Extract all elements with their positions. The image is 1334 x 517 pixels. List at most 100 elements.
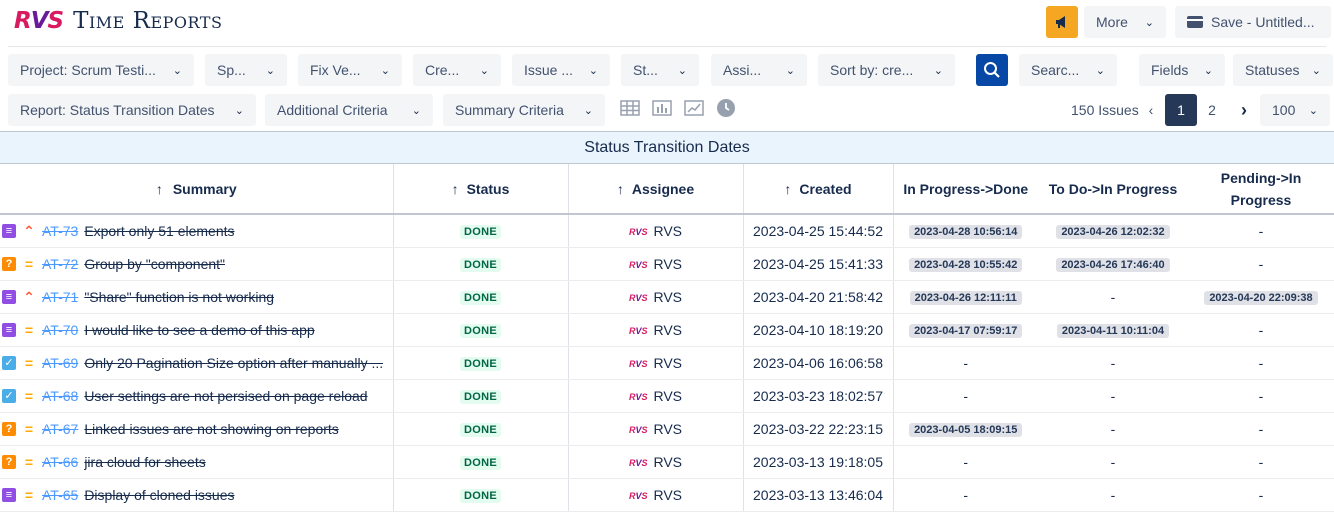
bar-chart-icon[interactable] [650, 96, 674, 120]
column-header-status[interactable]: ↑ Status [393, 164, 569, 215]
status-filter-label: St... [633, 62, 658, 78]
page-1-button[interactable]: 1 [1165, 94, 1197, 126]
issue-summary[interactable]: Display of cloned issues [84, 487, 234, 503]
chevron-down-icon: ⌄ [933, 64, 943, 77]
issue-key-link[interactable]: AT-70 [42, 322, 78, 338]
line-chart-icon[interactable] [682, 96, 706, 120]
column-header-summary[interactable]: ↑ Summary [0, 164, 394, 215]
sprint-filter-label: Sp... [217, 62, 246, 78]
issue-key-link[interactable]: AT-67 [42, 421, 78, 437]
avatar: RVS [628, 457, 648, 468]
chevron-down-icon: ⌄ [479, 64, 489, 77]
sprint-filter[interactable]: Sp... ⌄ [205, 54, 287, 86]
issue-key-link[interactable]: AT-73 [42, 223, 78, 239]
assignee-header-label: Assignee [631, 180, 695, 197]
todo-inprogress-cell: - [1038, 280, 1188, 314]
question-icon: ? [2, 422, 16, 437]
story-icon: ≡ [2, 323, 16, 338]
fields-dropdown[interactable]: Fields ⌄ [1139, 54, 1225, 86]
issue-key-link[interactable]: AT-69 [42, 355, 78, 371]
issue-summary[interactable]: Export only 51 elements [84, 223, 234, 239]
page-2-button[interactable]: 2 [1196, 94, 1228, 126]
inprogress-done-cell: 2023-04-28 10:56:14 [893, 214, 1038, 248]
statuses-dropdown[interactable]: Statuses ⌄ [1233, 54, 1333, 86]
status-badge: DONE [460, 324, 501, 338]
issue-key-link[interactable]: AT-66 [42, 454, 78, 470]
table-row[interactable]: ? = AT-67 Linked issues are not showing on … [0, 412, 1334, 446]
column-header-pending-inprogress[interactable]: Pending->In Progress [1188, 164, 1334, 215]
inprogress-done-cell: 2023-04-26 12:11:11 [893, 280, 1038, 314]
inprogress-done-cell: 2023-04-05 18:09:15 [893, 412, 1038, 446]
empty-value: - [1258, 255, 1264, 272]
column-header-created[interactable]: ↑ Created [743, 164, 894, 215]
report-dropdown[interactable]: Report: Status Transition Dates ⌄ [8, 94, 256, 126]
column-header-todo-inprogress[interactable]: To Do->In Progress [1038, 164, 1188, 215]
issue-summary[interactable]: "Share" function is not working [84, 289, 274, 305]
assignee-cell: RVS RVS [568, 346, 744, 380]
pending-inprogress-cell: - [1188, 445, 1334, 479]
app-title: Time Reports [73, 8, 223, 34]
issue-summary[interactable]: Group by "component" [84, 256, 225, 272]
issue-summary[interactable]: Linked issues are not showing on reports [84, 421, 338, 437]
status-filter[interactable]: St... ⌄ [621, 54, 699, 86]
fix-version-filter[interactable]: Fix Ve... ⌄ [298, 54, 402, 86]
prev-page-button[interactable]: ‹ [1135, 94, 1167, 126]
issue-key-link[interactable]: AT-65 [42, 487, 78, 503]
search-button[interactable] [976, 54, 1008, 86]
issue-summary[interactable]: I would like to see a demo of this app [84, 322, 314, 338]
sort-dropdown[interactable]: Sort by: cre... ⌄ [818, 54, 955, 86]
todo-inprogress-cell: - [1038, 478, 1188, 512]
avatar: RVS [628, 259, 648, 270]
notifications-button[interactable] [1046, 6, 1078, 38]
assignee-filter[interactable]: Assi... ⌄ [711, 54, 807, 86]
status-cell: DONE [393, 280, 569, 314]
column-header-assignee[interactable]: ↑ Assignee [568, 164, 744, 215]
table-view-icon[interactable] [618, 96, 642, 120]
table-row[interactable]: ✓ = AT-68 User settings are not persised on… [0, 379, 1334, 413]
created-cell: 2023-04-25 15:44:52 [743, 214, 894, 248]
summary-criteria-dropdown[interactable]: Summary Criteria ⌄ [443, 94, 605, 126]
chevron-down-icon: ⌄ [1308, 104, 1318, 117]
table-row[interactable]: ✓ = AT-69 Only 20 Pagination Size option af… [0, 346, 1334, 380]
issue-key-link[interactable]: AT-68 [42, 388, 78, 404]
sort-asc-icon: ↑ [784, 180, 792, 197]
assignee-name: RVS [653, 420, 683, 437]
avatar: RVS [628, 292, 648, 303]
issue-summary[interactable]: jira cloud for sheets [84, 454, 205, 470]
save-button[interactable]: Save - Untitled... [1175, 6, 1331, 38]
table-row[interactable]: ? = AT-72 Group by "component" DONE RVS RVS … [0, 247, 1334, 281]
column-header-inprogress-done[interactable]: In Progress->Done [893, 164, 1038, 215]
table-row[interactable]: ≡ ⌃ AT-71 "Share" function is not working D… [0, 280, 1334, 314]
summary-cell: ? = AT-67 Linked issues are not showing on … [0, 412, 394, 446]
issue-type-filter[interactable]: Issue ... ⌄ [512, 54, 610, 86]
status-badge: DONE [460, 456, 501, 470]
search-dropdown[interactable]: Searc... ⌄ [1019, 54, 1117, 86]
table-row[interactable]: ≡ ⌃ AT-73 Export only 51 elements DONE RVS R… [0, 214, 1334, 248]
status-cell: DONE [393, 247, 569, 281]
issue-summary[interactable]: User settings are not persised on page r… [84, 388, 367, 404]
table-row[interactable]: ≡ = AT-65 Display of cloned issues DONE RVS… [0, 478, 1334, 512]
todo-inprogress-cell: - [1038, 379, 1188, 413]
table-row[interactable]: ≡ = AT-70 I would like to see a demo of thi… [0, 313, 1334, 347]
project-filter[interactable]: Project: Scrum Testi... ⌄ [8, 54, 194, 86]
next-page-button[interactable]: › [1228, 94, 1260, 126]
page-size-dropdown[interactable]: 100 ⌄ [1260, 94, 1330, 126]
status-cell: DONE [393, 379, 569, 413]
task-icon: ✓ [2, 356, 16, 371]
summary-cell: ✓ = AT-69 Only 20 Pagination Size option af… [0, 346, 394, 380]
issue-key-link[interactable]: AT-72 [42, 256, 78, 272]
additional-criteria-dropdown[interactable]: Additional Criteria ⌄ [265, 94, 433, 126]
issue-summary[interactable]: Only 20 Pagination Size option after man… [84, 355, 383, 371]
transition-date-badge: 2023-04-28 10:55:42 [909, 258, 1023, 272]
todo-inprogress-cell: - [1038, 346, 1188, 380]
table-row[interactable]: ? = AT-66 jira cloud for sheets DONE RVS RVS… [0, 445, 1334, 479]
clock-icon[interactable] [714, 96, 738, 120]
issue-key-link[interactable]: AT-71 [42, 289, 78, 305]
transition-date-badge: 2023-04-20 22:09:38 [1204, 291, 1318, 305]
status-badge: DONE [460, 489, 501, 503]
empty-value: - [1110, 453, 1116, 470]
more-button[interactable]: More ⌄ [1084, 6, 1166, 38]
empty-value: - [1110, 387, 1116, 404]
summary-cell: ≡ = AT-65 Display of cloned issues [0, 478, 394, 512]
created-filter[interactable]: Cre... ⌄ [413, 54, 501, 86]
